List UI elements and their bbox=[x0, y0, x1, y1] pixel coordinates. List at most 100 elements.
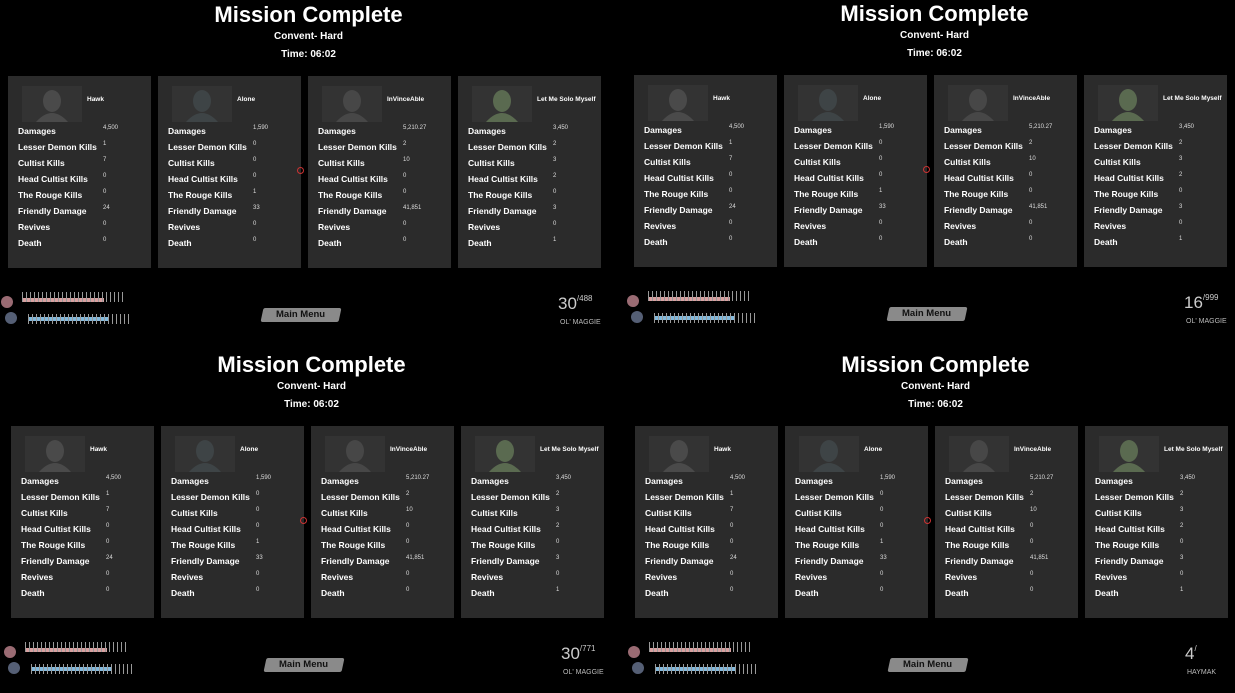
stat-row: The Rouge Kills 1 bbox=[171, 539, 299, 554]
stat-row: Lesser Demon Kills 0 bbox=[795, 491, 923, 506]
weapon-name: OL' MAGGIE bbox=[563, 669, 604, 676]
stat-label: Revives bbox=[945, 572, 978, 582]
stat-row: Lesser Demon Kills 2 bbox=[944, 140, 1072, 155]
shield-icon bbox=[8, 662, 20, 674]
main-menu-button[interactable]: Main Menu bbox=[260, 308, 342, 322]
stat-row: The Rouge Kills 0 bbox=[644, 188, 772, 203]
stat-row: Head Cultist Kills 0 bbox=[318, 173, 446, 188]
stat-value: 1 bbox=[106, 491, 110, 497]
stat-value: 3,450 bbox=[556, 475, 572, 481]
stat-value: 1 bbox=[256, 539, 260, 545]
stat-value: 0 bbox=[1030, 523, 1034, 529]
mission-name: Convent- Hard bbox=[900, 30, 969, 41]
stat-row: Friendly Damage 3 bbox=[1095, 555, 1223, 570]
stat-value: 0 bbox=[729, 220, 733, 226]
stat-value: 0 bbox=[103, 189, 107, 195]
vitals-hud bbox=[3, 640, 143, 685]
stat-row: Damages 4,500 bbox=[644, 124, 772, 139]
stat-value: 1,590 bbox=[880, 475, 896, 481]
mission-time: Time: 06:02 bbox=[908, 399, 963, 410]
stat-label: Revives bbox=[471, 572, 504, 582]
stat-row: Revives 0 bbox=[795, 571, 923, 586]
player-name: Let Me Solo Myself bbox=[1163, 95, 1222, 102]
stat-value: 4,500 bbox=[730, 475, 746, 481]
player-portrait bbox=[949, 436, 1009, 472]
armor-ticks bbox=[655, 664, 759, 674]
stat-label: Revives bbox=[321, 572, 354, 582]
stat-label: Cultist Kills bbox=[794, 157, 841, 167]
stat-value: 0 bbox=[103, 237, 107, 243]
heart-icon bbox=[627, 295, 639, 307]
stat-row: Lesser Demon Kills 1 bbox=[645, 491, 773, 506]
stat-value: 0 bbox=[406, 539, 410, 545]
stat-row: Cultist Kills 3 bbox=[468, 157, 596, 172]
player-name: InVinceAble bbox=[387, 96, 425, 103]
stat-label: Head Cultist Kills bbox=[644, 173, 714, 183]
stat-row: Revives 0 bbox=[945, 571, 1073, 586]
stat-label: Head Cultist Kills bbox=[468, 174, 538, 184]
stat-value: 1,590 bbox=[879, 124, 895, 130]
stat-row: Damages 5,210.27 bbox=[945, 475, 1073, 490]
stat-value: 0 bbox=[403, 189, 407, 195]
stat-value: 0 bbox=[403, 237, 407, 243]
stat-row: Death 1 bbox=[471, 587, 599, 602]
stat-label: Death bbox=[1095, 588, 1119, 598]
stat-row: Revives 0 bbox=[318, 221, 446, 236]
mission-title: Mission Complete bbox=[214, 2, 403, 27]
player-name: Alone bbox=[240, 446, 259, 453]
stat-label: Cultist Kills bbox=[18, 158, 65, 168]
scoreboard: Hawk Damages 4,500 Lesser Demon Kills 1 Culti… bbox=[634, 75, 1229, 267]
crosshair-icon bbox=[300, 517, 307, 524]
stat-label: Cultist Kills bbox=[1094, 157, 1141, 167]
stat-value: 10 bbox=[406, 507, 413, 513]
stat-value: 3 bbox=[1180, 507, 1184, 513]
stat-row: Cultist Kills 10 bbox=[944, 156, 1072, 171]
stat-row: The Rouge Kills 1 bbox=[794, 188, 922, 203]
stat-label: The Rouge Kills bbox=[471, 540, 536, 550]
stat-label: Lesser Demon Kills bbox=[1094, 141, 1173, 151]
main-menu-button[interactable]: Main Menu bbox=[886, 307, 968, 321]
stat-row: The Rouge Kills 0 bbox=[1094, 188, 1222, 203]
stat-value: 0 bbox=[729, 236, 733, 242]
mission-name: Convent- Hard bbox=[901, 381, 970, 392]
main-menu-button[interactable]: Main Menu bbox=[263, 658, 345, 672]
stat-row: The Rouge Kills 0 bbox=[18, 189, 146, 204]
stat-label: Death bbox=[645, 588, 669, 598]
stat-label: Lesser Demon Kills bbox=[645, 492, 724, 502]
stat-value: 0 bbox=[1180, 571, 1184, 577]
stat-label: Death bbox=[644, 237, 668, 247]
stat-row: Lesser Demon Kills 2 bbox=[1094, 140, 1222, 155]
player-name: Let Me Solo Myself bbox=[537, 96, 596, 103]
mission-name: Convent- Hard bbox=[277, 381, 346, 392]
stat-label: Lesser Demon Kills bbox=[794, 141, 873, 151]
stat-row: Lesser Demon Kills 0 bbox=[171, 491, 299, 506]
player-card: Alone Damages 1,590 Lesser Demon Kills 0 Cult… bbox=[158, 76, 301, 268]
stat-value: 7 bbox=[106, 507, 110, 513]
stat-row: Head Cultist Kills 0 bbox=[644, 172, 772, 187]
stat-value: 0 bbox=[556, 539, 560, 545]
stat-label: Revives bbox=[18, 222, 51, 232]
stat-label: Friendly Damage bbox=[1095, 556, 1164, 566]
player-card: Let Me Solo Myself Damages 3,450 Lesser Dem… bbox=[1085, 426, 1228, 618]
stat-label: Death bbox=[168, 238, 192, 248]
stat-label: Damages bbox=[171, 476, 209, 486]
stat-row: Cultist Kills 7 bbox=[18, 157, 146, 172]
stat-row: Cultist Kills 3 bbox=[1094, 156, 1222, 171]
stat-row: Friendly Damage 33 bbox=[794, 204, 922, 219]
stat-label: Cultist Kills bbox=[945, 508, 992, 518]
stat-label: Cultist Kills bbox=[318, 158, 365, 168]
player-name: Alone bbox=[863, 95, 882, 102]
stat-value: 33 bbox=[880, 555, 887, 561]
stat-row: Death 1 bbox=[468, 237, 596, 252]
player-name: Let Me Solo Myself bbox=[540, 446, 599, 453]
stat-row: Damages 5,210.27 bbox=[318, 125, 446, 140]
stat-row: Revives 0 bbox=[168, 221, 296, 236]
stat-label: Revives bbox=[645, 572, 678, 582]
stat-value: 24 bbox=[729, 204, 736, 210]
stat-row: Lesser Demon Kills 2 bbox=[318, 141, 446, 156]
main-menu-button[interactable]: Main Menu bbox=[887, 658, 969, 672]
stat-row: Lesser Demon Kills 1 bbox=[21, 491, 149, 506]
stat-row: Friendly Damage 3 bbox=[1094, 204, 1222, 219]
stat-label: Revives bbox=[944, 221, 977, 231]
stat-value: 24 bbox=[106, 555, 113, 561]
